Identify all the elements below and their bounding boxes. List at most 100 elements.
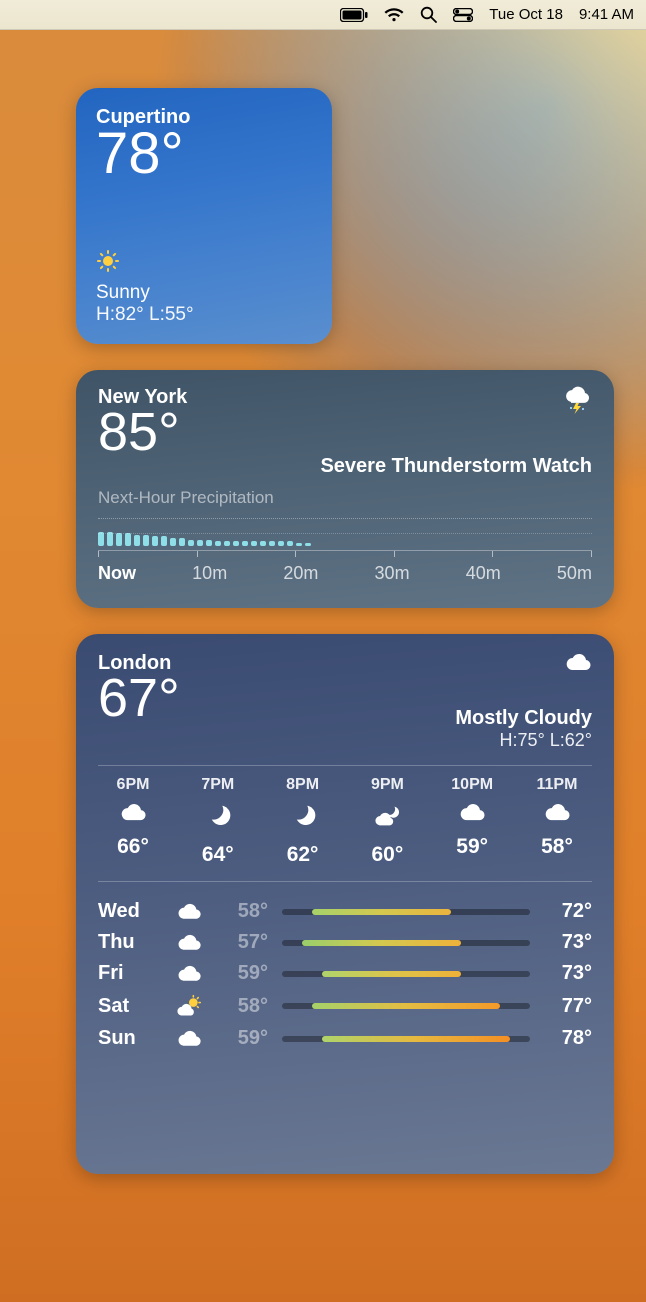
hilo-text: H:75° L:62°: [455, 730, 592, 751]
day-high: 72°: [544, 900, 592, 923]
spotlight-search-icon[interactable]: [420, 6, 437, 23]
day-low: 58°: [220, 995, 268, 1018]
hourly-column: 10PM 59°: [437, 776, 507, 867]
partly-sunny-icon: [172, 993, 206, 1019]
weather-widget-medium[interactable]: New York 85° Severe Thunderstorm Watch N…: [76, 370, 614, 608]
menubar-date[interactable]: Tue Oct 18: [489, 6, 563, 23]
precip-axis-label: Now: [98, 563, 136, 584]
precip-bar: [134, 535, 140, 546]
weather-alert: Severe Thunderstorm Watch: [320, 455, 592, 478]
temp-range-track: [282, 1036, 530, 1042]
precip-axis-label: 40m: [466, 563, 501, 584]
precip-bar: [260, 541, 266, 546]
precip-bar: [206, 540, 212, 546]
hour-label: 7PM: [201, 776, 234, 794]
precip-bar: [287, 541, 293, 546]
precip-bar: [197, 540, 203, 546]
hour-label: 11PM: [537, 776, 578, 794]
battery-icon[interactable]: [340, 8, 368, 22]
condition-text: Sunny: [96, 282, 312, 304]
divider: [98, 881, 592, 882]
day-label: Sun: [98, 1027, 158, 1050]
hour-label: 6PM: [117, 776, 150, 794]
weather-widget-small[interactable]: Cupertino 78° Sunny H:82° L:55°: [76, 88, 332, 344]
precip-bar: [215, 541, 221, 546]
precip-axis: Now10m20m30m40m50m: [98, 563, 592, 584]
precip-bar: [278, 541, 284, 546]
sun-icon: [96, 249, 120, 278]
precip-bar: [125, 533, 131, 546]
moon-stars-icon: [204, 802, 232, 835]
hilo-text: H:82° L:55°: [96, 304, 312, 326]
day-low: 57°: [220, 931, 268, 954]
daily-row: Sun59°78°: [98, 1027, 592, 1050]
cloud-icon: [543, 802, 571, 827]
hour-temp: 59°: [456, 835, 488, 859]
temp-range-bar: [302, 940, 461, 946]
temp-range-track: [282, 940, 530, 946]
precip-chart: [98, 518, 592, 546]
hourly-column: 8PM 62°: [268, 776, 338, 867]
hour-temp: 62°: [287, 843, 319, 867]
current-temp: 67°: [98, 671, 180, 725]
temp-range-track: [282, 971, 530, 977]
precip-bar: [242, 541, 248, 546]
hourly-column: 9PM 60°: [352, 776, 422, 867]
precip-bar: [296, 543, 302, 546]
day-low: 58°: [220, 900, 268, 923]
day-high: 73°: [544, 962, 592, 985]
day-high: 73°: [544, 931, 592, 954]
precip-bar: [170, 538, 176, 546]
day-low: 59°: [220, 962, 268, 985]
menubar-time[interactable]: 9:41 AM: [579, 6, 634, 23]
hourly-forecast: 6PM66°7PM64°8PM62°9PM60°10PM59°11PM58°: [98, 776, 592, 867]
precip-bar: [179, 538, 185, 546]
current-temp: 85°: [98, 405, 187, 459]
hour-label: 10PM: [451, 776, 493, 794]
precip-bar: [305, 543, 311, 546]
cloud-icon: [119, 802, 147, 827]
day-label: Wed: [98, 900, 158, 923]
temp-range-bar: [312, 1003, 500, 1009]
precip-bar: [161, 536, 167, 546]
weather-widget-large[interactable]: London 67° Mostly Cloudy H:75° L:62° 6PM…: [76, 634, 614, 1174]
temp-range-bar: [312, 909, 451, 915]
daily-row: Thu 57° 73°: [98, 931, 592, 954]
wifi-icon[interactable]: [384, 7, 404, 22]
precip-axis-label: 50m: [557, 563, 592, 584]
temp-range-bar: [322, 971, 461, 977]
hour-label: 9PM: [371, 776, 404, 794]
cloud-moon-icon: [373, 802, 401, 835]
widgets-column: Cupertino 78° Sunny H:82° L:55° New York…: [76, 88, 614, 1174]
precip-bar: [224, 541, 230, 546]
precip-bar: [98, 532, 104, 546]
temp-range-track: [282, 1003, 530, 1009]
day-high: 77°: [544, 995, 592, 1018]
hourly-column: 6PM 66°: [98, 776, 168, 867]
hour-label: 8PM: [286, 776, 319, 794]
precip-bar: [152, 536, 158, 546]
hour-temp: 60°: [372, 843, 404, 867]
precip-bar: [143, 535, 149, 546]
day-label: Thu: [98, 931, 158, 954]
control-center-icon[interactable]: [453, 8, 473, 22]
daily-row: Wed 58° 72°: [98, 900, 592, 923]
hourly-column: 11PM 58°: [522, 776, 592, 867]
day-low: 59°: [220, 1027, 268, 1050]
precip-ticks: [98, 550, 592, 557]
temp-range-track: [282, 909, 530, 915]
condition-text: Mostly Cloudy: [455, 707, 592, 730]
day-label: Sat: [98, 995, 158, 1018]
precip-bar: [107, 532, 113, 546]
cloud-icon: [458, 802, 486, 827]
precip-bar: [116, 533, 122, 546]
hour-temp: 66°: [117, 835, 149, 859]
daily-forecast: Wed58°72°Thu57°73°Fri59°73°Sat58°77°Sun5…: [98, 900, 592, 1050]
divider: [98, 765, 592, 766]
moon-stars-icon: [289, 802, 317, 835]
precip-bar: [188, 540, 194, 546]
hour-temp: 58°: [541, 835, 573, 859]
cloud-icon: [172, 964, 206, 983]
precip-bar: [233, 541, 239, 546]
current-temp: 78°: [96, 125, 312, 183]
